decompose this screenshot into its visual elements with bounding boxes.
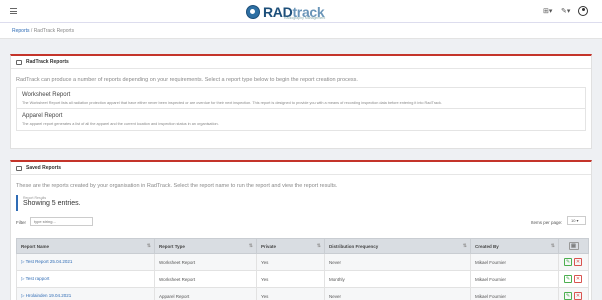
filter-label: Filter xyxy=(16,220,26,225)
items-per-page-label: Items per page: xyxy=(531,220,563,225)
edit-icon[interactable]: ✎ xyxy=(564,258,572,266)
saved-reports-table: Report Name ⇅ Report Type ⇅ Private ⇅ Distr… xyxy=(16,238,589,300)
top-bar: RADtrack Radiography Management ⊞▾ ✎▾ xyxy=(0,0,602,23)
radtrack-reports-card: RadTrack Reports RadTrack can produce a … xyxy=(10,54,592,149)
user-avatar-icon[interactable] xyxy=(578,6,588,16)
sort-icon[interactable]: ⇅ xyxy=(463,243,467,249)
report-name-link[interactable]: ▷ Test rapport xyxy=(21,276,49,281)
report-results-summary: Report Results Showing 5 entries. xyxy=(16,195,586,211)
delete-icon[interactable]: ✕ xyxy=(574,258,582,266)
report-type-cell: Worksheet Report xyxy=(154,253,257,271)
column-settings-icon[interactable]: ▤ xyxy=(568,242,579,250)
edit-icon[interactable]: ✎ xyxy=(564,292,572,300)
reports-card-header: RadTrack Reports xyxy=(11,56,591,69)
private-cell: Yes xyxy=(256,253,325,271)
column-header-report-name[interactable]: Report Name ⇅ xyxy=(16,238,155,254)
table-row: ▷ Test Report 25.04.2021 Worksheet Repor… xyxy=(16,253,589,271)
edit-icon[interactable]: ✎ xyxy=(564,275,572,283)
help-icon[interactable]: ✎▾ xyxy=(561,7,570,15)
column-header-distribution-frequency[interactable]: Distribution Frequency ⇅ xyxy=(324,238,471,254)
delete-icon[interactable]: ✕ xyxy=(574,292,582,300)
created-by-cell: Mikael Fournier xyxy=(470,287,559,300)
saved-card-title: Saved Reports xyxy=(26,165,62,171)
saved-card-header: Saved Reports xyxy=(11,162,591,175)
column-header-report-type[interactable]: Report Type ⇅ xyxy=(154,238,257,254)
sort-icon[interactable]: ⇅ xyxy=(249,243,253,249)
column-header-created-by[interactable]: Created By ⇅ xyxy=(470,238,559,254)
reports-intro-text: RadTrack can produce a number of reports… xyxy=(16,77,358,83)
breadcrumb-separator: / xyxy=(30,28,33,34)
created-by-cell: Mikael Fournier xyxy=(470,253,559,271)
delete-icon[interactable]: ✕ xyxy=(574,275,582,283)
sort-icon[interactable]: ⇅ xyxy=(147,243,151,249)
table-row: ▷ Hrolainden 19.04.2021 Apparel Report Y… xyxy=(16,287,589,300)
filter-input[interactable] xyxy=(30,217,93,226)
items-per-page-select[interactable]: 10 ▾ xyxy=(567,216,586,225)
created-by-cell: Mikael Fournier xyxy=(470,270,559,288)
column-header-private[interactable]: Private ⇅ xyxy=(256,238,325,254)
report-type-title: Worksheet Report xyxy=(22,92,71,98)
report-type-cell: Apparel Report xyxy=(154,287,257,300)
saved-intro-text: These are the reports created by your or… xyxy=(16,183,338,189)
column-settings-header[interactable]: ▤ xyxy=(558,238,589,254)
private-cell: Yes xyxy=(256,270,325,288)
logo-tagline: Radiography Management xyxy=(284,16,326,20)
table-header-row: Report Name ⇅ Report Type ⇅ Private ⇅ Distr… xyxy=(16,238,589,254)
breadcrumb-current: RadTrack Reports xyxy=(33,28,75,34)
monitor-icon xyxy=(16,59,22,65)
worksheet-report-option[interactable]: Worksheet Report The Worksheet Report li… xyxy=(16,87,586,109)
report-type-description: The Worksheet Report lists all radiation… xyxy=(22,101,442,105)
report-type-title: Apparel Report xyxy=(22,113,63,119)
frequency-cell: Monthly xyxy=(324,270,471,288)
filter-row: Filter Items per page: 10 ▾ xyxy=(11,215,591,231)
language-icon[interactable]: ⊞▾ xyxy=(543,7,552,15)
menu-icon[interactable] xyxy=(10,8,17,14)
frequency-cell: Never xyxy=(324,253,471,271)
report-type-description: The apparel report generates a list of a… xyxy=(22,122,219,126)
report-name-link[interactable]: ▷ Test Report 25.04.2021 xyxy=(21,259,72,264)
frequency-cell: Never xyxy=(324,287,471,300)
breadcrumb-reports-link[interactable]: Reports xyxy=(12,28,30,34)
reports-card-title: RadTrack Reports xyxy=(26,59,69,65)
report-type-cell: Worksheet Report xyxy=(154,270,257,288)
document-icon xyxy=(16,165,22,171)
sort-icon[interactable]: ⇅ xyxy=(317,243,321,249)
breadcrumb: Reports / RadTrack Reports xyxy=(0,23,602,39)
sort-icon[interactable]: ⇅ xyxy=(551,243,555,249)
table-row: ▷ Test rapport Worksheet Report Yes Mont… xyxy=(16,270,589,288)
report-name-link[interactable]: ▷ Hrolainden 19.04.2021 xyxy=(21,293,71,298)
logo-globe-icon xyxy=(246,5,260,19)
app-logo[interactable]: RADtrack Radiography Management xyxy=(246,3,326,21)
saved-reports-card: Saved Reports These are the reports crea… xyxy=(10,160,592,300)
private-cell: Yes xyxy=(256,287,325,300)
results-count: Showing 5 entries. xyxy=(23,200,81,207)
apparel-report-option[interactable]: Apparel Report The apparel report genera… xyxy=(16,109,586,131)
